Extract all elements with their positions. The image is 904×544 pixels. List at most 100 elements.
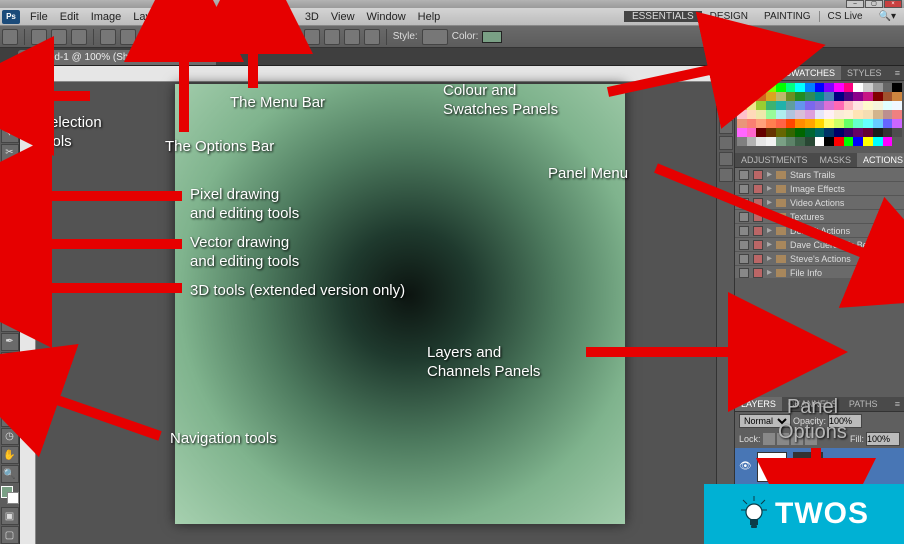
ribbon-icon-3[interactable] [719,104,733,118]
fill-pixels-icon[interactable] [71,29,87,45]
tab-swatches[interactable]: SWATCHES [779,66,841,80]
swatch[interactable] [863,128,873,137]
tool-preset-icon[interactable] [2,29,18,45]
swatch[interactable] [863,137,873,146]
menu-view[interactable]: View [325,11,361,23]
swatch[interactable] [737,92,747,101]
swatch[interactable] [834,83,844,92]
layer-thumb[interactable] [757,452,787,482]
swatch[interactable] [805,92,815,101]
action-row[interactable]: ▸File Info [735,266,904,278]
swatch[interactable] [756,119,766,128]
tab-close-icon[interactable]: × [202,53,207,63]
menu-layer[interactable]: Layer [127,11,167,23]
swatch[interactable] [844,119,854,128]
vector-mask-thumb[interactable] [793,452,823,482]
swatch[interactable] [786,128,796,137]
menu-help[interactable]: Help [412,11,447,23]
swatch[interactable] [834,128,844,137]
swatch[interactable] [756,92,766,101]
style-picker[interactable] [422,29,448,45]
shape-layer-icon[interactable] [31,29,47,45]
workspace-painting[interactable]: PAINTING [756,11,818,22]
roundrect-icon[interactable] [120,29,136,45]
swatch[interactable] [883,101,893,110]
swatch[interactable] [883,92,893,101]
swatch[interactable] [834,92,844,101]
swatch[interactable] [824,92,834,101]
swatch[interactable] [747,128,757,137]
dialog-toggle-icon[interactable] [753,212,763,222]
swatch[interactable] [883,128,893,137]
workspace-design[interactable]: DESIGN [702,11,756,22]
ribbon-icon-1[interactable] [719,72,733,86]
swatch[interactable] [756,110,766,119]
eraser-tool[interactable]: ◫ [1,257,19,275]
swatch[interactable] [873,110,883,119]
blur-tool[interactable]: 💧 [1,295,19,313]
swatch[interactable] [776,92,786,101]
swatch[interactable] [795,92,805,101]
lasso-tool[interactable]: ʖ [1,106,19,124]
swatch[interactable] [737,110,747,119]
quickmask-tool[interactable]: ▣ [1,507,19,525]
swatch[interactable] [892,119,902,128]
swatch[interactable] [892,92,902,101]
dialog-toggle-icon[interactable] [753,268,763,278]
swatch[interactable] [776,83,786,92]
swatch[interactable] [766,128,776,137]
swatch[interactable] [766,110,776,119]
swatch[interactable] [756,83,766,92]
swatch[interactable] [776,110,786,119]
swatch[interactable] [873,92,883,101]
tab-layers[interactable]: LAYERS [735,397,782,411]
polygon-icon[interactable] [160,29,176,45]
stamp-tool[interactable]: ⧉ [1,219,19,237]
line-icon[interactable] [180,29,196,45]
action-row[interactable]: ▸Video Actions [735,196,904,210]
panel-menu-icon[interactable]: ≡ [891,397,904,411]
app-icon[interactable]: Ps [2,10,20,24]
document-tab[interactable]: Untitled-1 @ 100% (Shape 1, RGB/8)* × [18,50,216,65]
dodge-tool[interactable]: ◐ [1,314,19,332]
lock-transparent-icon[interactable] [763,433,775,445]
swatch[interactable] [815,137,825,146]
swatch[interactable] [756,137,766,146]
wand-tool[interactable]: ✦ [1,125,19,143]
swatch[interactable] [892,101,902,110]
menu-filter[interactable]: Filter [209,11,245,23]
ribbon-icon-7[interactable] [719,168,733,182]
swatch[interactable] [786,92,796,101]
checkbox-icon[interactable] [739,226,749,236]
vertical-ruler[interactable] [20,66,36,544]
swatch[interactable] [815,110,825,119]
swatch[interactable] [766,119,776,128]
dialog-toggle-icon[interactable] [753,184,763,194]
swatch[interactable] [853,83,863,92]
swatch[interactable] [795,137,805,146]
swatch[interactable] [844,101,854,110]
checkbox-icon[interactable] [739,268,749,278]
heal-tool[interactable]: ✚ [1,182,19,200]
swatch[interactable] [883,137,893,146]
shape-tool[interactable]: ⬭ [1,390,19,408]
rect-icon[interactable] [100,29,116,45]
swatch[interactable] [815,119,825,128]
swatch[interactable] [873,119,883,128]
swatch[interactable] [776,137,786,146]
swatch[interactable] [766,101,776,110]
type-tool[interactable]: T [1,352,19,370]
swatch[interactable] [747,137,757,146]
swatch[interactable] [766,137,776,146]
swatch[interactable] [873,101,883,110]
swatch[interactable] [853,128,863,137]
menu-image[interactable]: Image [85,11,128,23]
dialog-toggle-icon[interactable] [753,170,763,180]
swatch[interactable] [786,110,796,119]
tab-adjustments[interactable]: ADJUSTMENTS [735,153,814,167]
layer-row[interactable]: 👁Shape 1 [735,448,904,486]
swatch[interactable] [786,119,796,128]
tab-actions[interactable]: ACTIONS [857,153,904,167]
menu-analysis[interactable]: Analysis [246,11,299,23]
swatch[interactable] [844,137,854,146]
